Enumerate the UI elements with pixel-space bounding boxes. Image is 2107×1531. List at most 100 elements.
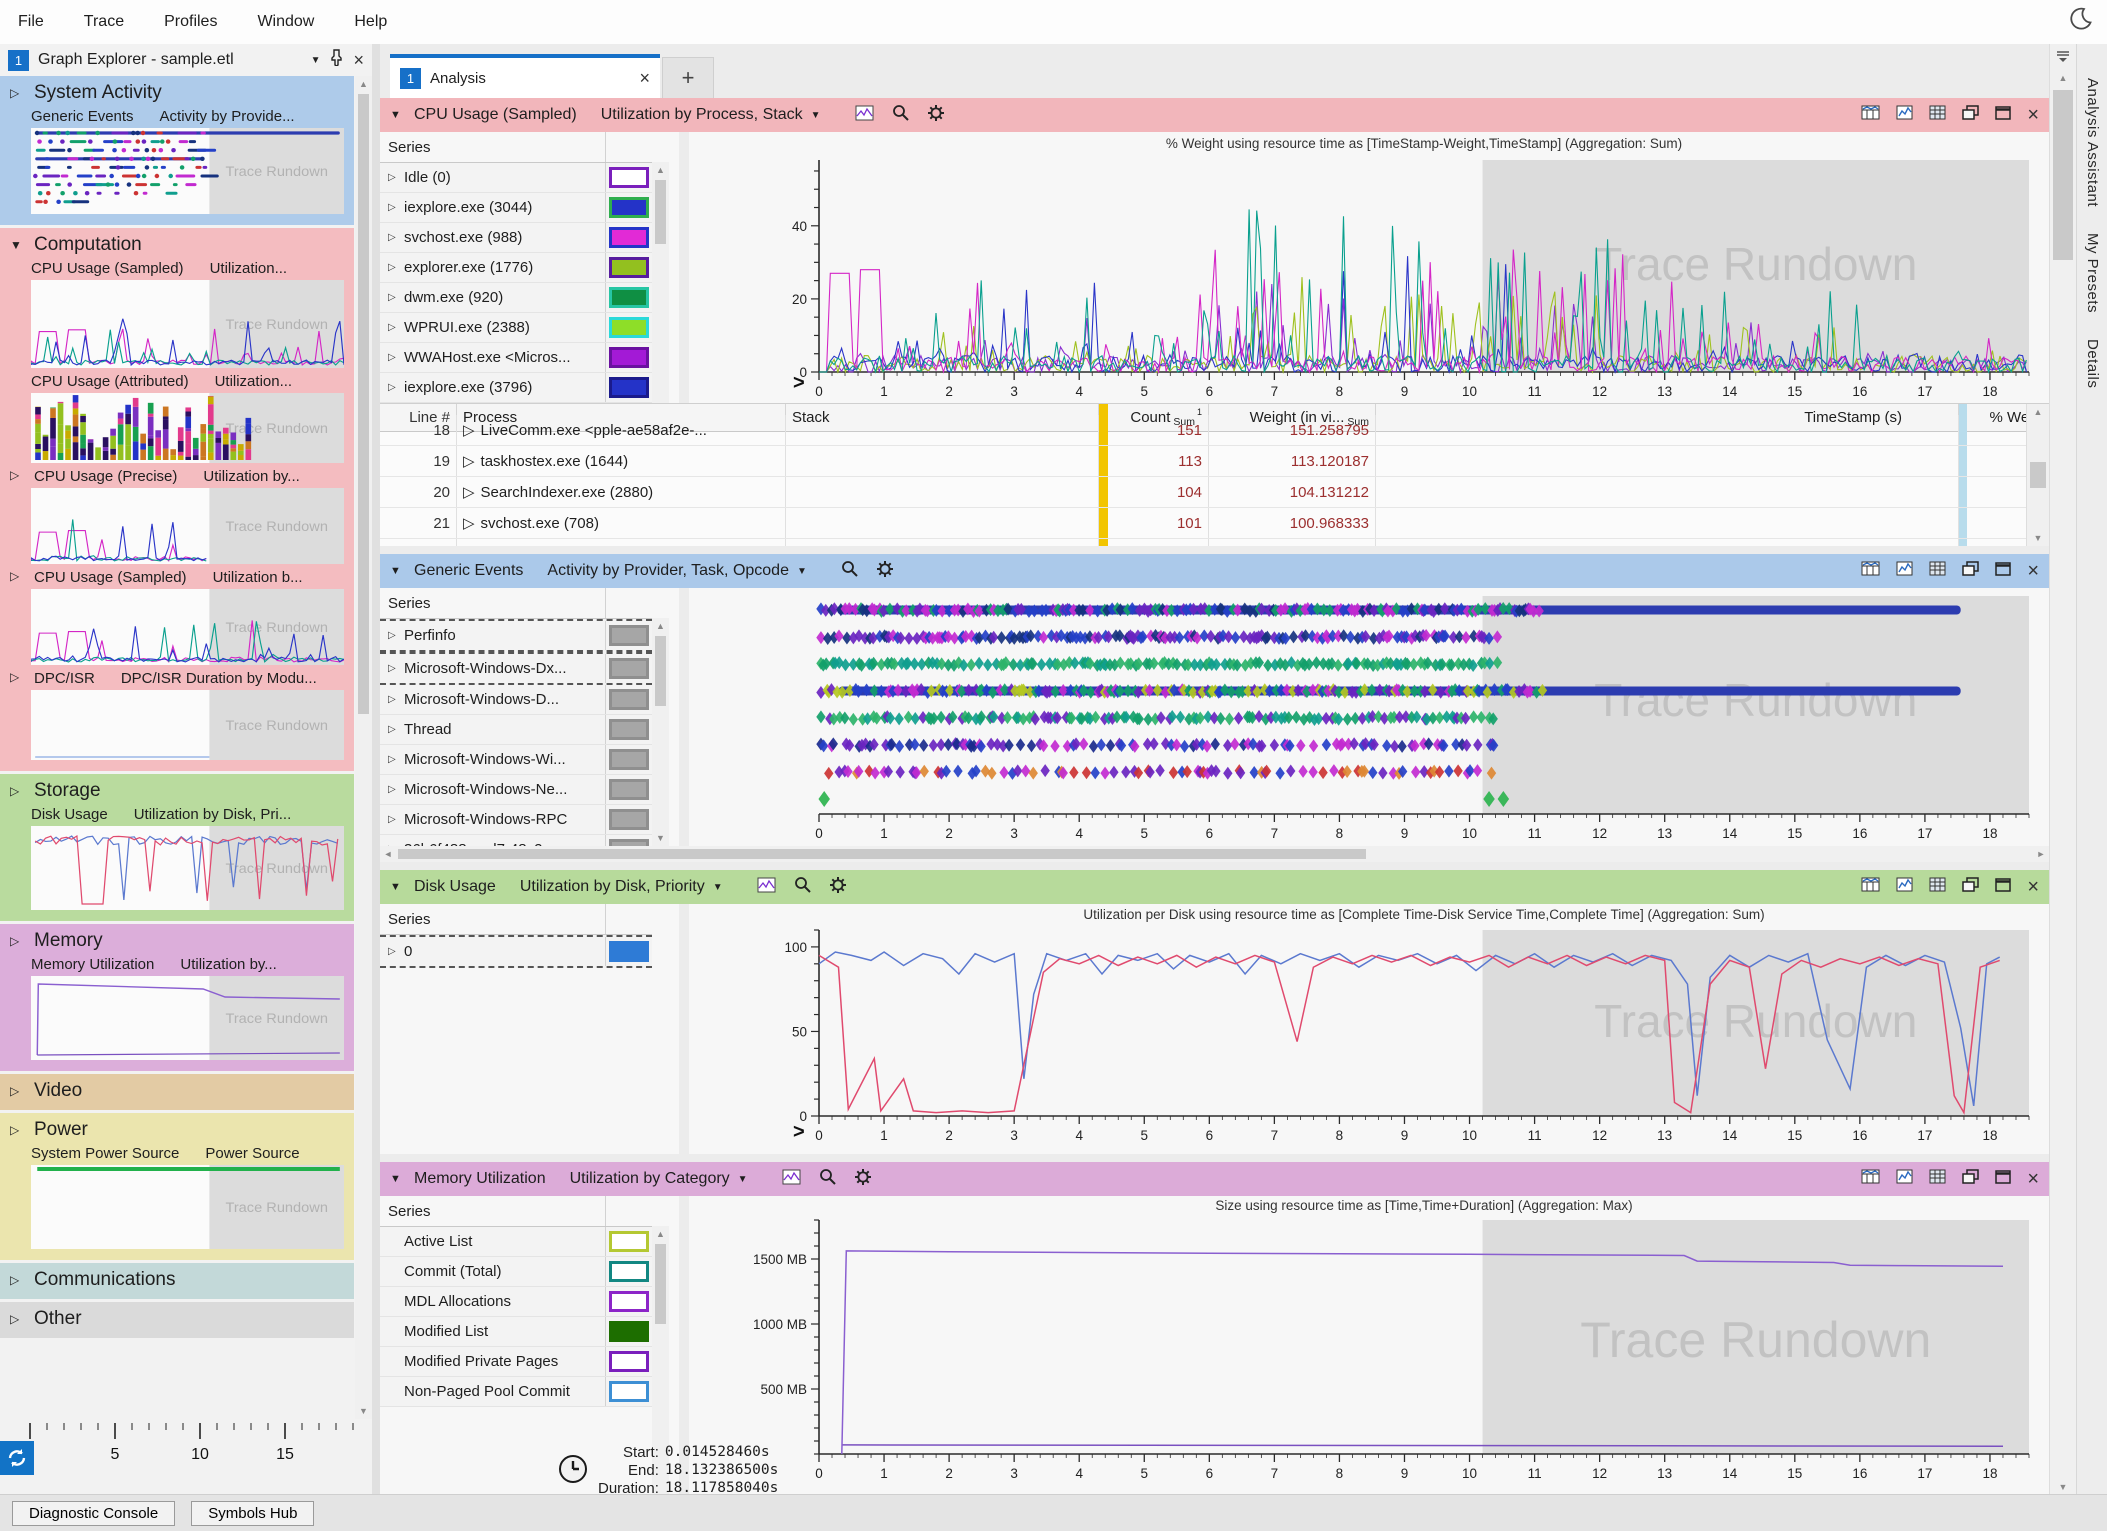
sidebar-section-title-row[interactable]: ▷Storage [0, 776, 354, 804]
scroll-up-icon[interactable]: ▲ [2027, 404, 2049, 420]
sidebar-section-title-row[interactable]: ▷Other [0, 1304, 354, 1332]
cpu-data-table[interactable]: Line #ProcessStackCountSum1Weight (in vi… [380, 403, 2049, 546]
expander-icon[interactable]: ▷ [10, 86, 22, 100]
preset-dropdown[interactable]: Utilization by Disk, Priority▼ [520, 878, 723, 896]
expander-icon[interactable]: ▷ [10, 1123, 22, 1137]
sidebar-graph-label-row[interactable]: Memory UtilizationUtilization by... [0, 956, 354, 973]
gear-icon[interactable] [927, 104, 945, 127]
chevron-down-icon[interactable]: ▼ [311, 55, 321, 66]
close-panel-icon[interactable]: × [2027, 877, 2039, 897]
graph-thumbnail[interactable]: Trace Rundown [31, 589, 344, 665]
gallery-icon[interactable] [757, 877, 776, 898]
gear-icon[interactable] [876, 560, 894, 583]
disk-usage-chart[interactable]: Trace RundownUtilization per Disk using … [689, 904, 2049, 1154]
series-row[interactable]: ▷WPRUI.exe (2388) [380, 313, 652, 343]
expander-icon[interactable]: ▷ [10, 934, 22, 948]
scroll-thumb[interactable] [655, 1244, 666, 1324]
tab-analysis[interactable]: 1 Analysis × [390, 54, 660, 98]
expander-icon[interactable]: ▷ [388, 946, 398, 957]
scroll-down-icon[interactable]: ▼ [2027, 530, 2049, 546]
sidebar-section-title-row[interactable]: ▷System Activity [0, 78, 354, 106]
series-column-header[interactable]: Series [380, 132, 652, 163]
series-row[interactable]: MDL Allocations [380, 1287, 652, 1317]
series-row[interactable]: ▷dwm.exe (920) [380, 283, 652, 313]
panel-header[interactable]: ▼ Generic Events Activity by Provider, T… [380, 554, 2049, 588]
maximize-panel-icon[interactable] [1995, 1170, 2011, 1189]
series-row[interactable]: ▷Perfinfo [380, 619, 652, 652]
expander-icon[interactable]: ▷ [388, 352, 398, 363]
graph-and-table-icon[interactable] [1861, 105, 1880, 125]
theme-moon-icon[interactable] [2067, 6, 2093, 37]
graph-thumbnail[interactable]: Trace Rundown [31, 826, 344, 910]
expander-icon[interactable]: ▷ [463, 421, 475, 439]
expander-icon[interactable]: ▷ [463, 514, 475, 532]
horizontal-scrollbar[interactable]: ◄ ► [380, 846, 2049, 862]
collapse-arrow-icon[interactable]: ▼ [390, 565, 404, 577]
scroll-left-icon[interactable]: ◄ [380, 846, 396, 862]
panel-header[interactable]: ▼ Disk Usage Utilization by Disk, Priori… [380, 870, 2049, 904]
gear-icon[interactable] [829, 876, 847, 899]
expander-icon[interactable]: ▷ [388, 292, 398, 303]
graph-thumbnail[interactable]: Trace Rundown [31, 280, 344, 368]
expander-icon[interactable]: ▷ [388, 694, 398, 705]
expander-icon[interactable]: ▷ [388, 814, 398, 825]
scroll-up-icon[interactable]: ▲ [2050, 70, 2076, 86]
new-tab-button[interactable]: + [662, 57, 714, 98]
series-row[interactable]: Active List [380, 1227, 652, 1257]
graph-thumbnail[interactable]: Trace Rundown [31, 690, 344, 760]
scroll-up-icon[interactable]: ▲ [652, 162, 669, 178]
scroll-down-icon[interactable]: ▼ [652, 830, 669, 846]
expander-icon[interactable]: ▷ [388, 262, 398, 273]
sidebar-graph-label-row[interactable]: System Power SourcePower Source [0, 1145, 354, 1162]
preset-dropdown[interactable]: Utilization by Category▼ [570, 1170, 748, 1188]
sidebar-graph-label-row[interactable]: Disk UsageUtilization by Disk, Pri... [0, 806, 354, 823]
document-well-menu-icon[interactable] [2050, 44, 2076, 70]
table-scrollbar[interactable]: ▲▼ [2026, 404, 2049, 546]
menu-item-window[interactable]: Window [257, 13, 314, 31]
side-tab-my-presets[interactable]: My Presets [2084, 233, 2101, 313]
panel-header[interactable]: ▼ CPU Usage (Sampled) Utilization by Pro… [380, 98, 2049, 132]
series-row[interactable]: ▷WWAHost.exe <Micros... [380, 343, 652, 373]
expander-icon[interactable]: ▷ [10, 468, 22, 485]
diagnostic-console-button[interactable]: Diagnostic Console [12, 1501, 175, 1526]
scroll-thumb[interactable] [2030, 462, 2046, 488]
series-row[interactable]: ▷explorer.exe (1776) [380, 253, 652, 283]
series-row[interactable]: Commit (Total) [380, 1257, 652, 1287]
sidebar-graph-label-row[interactable]: CPU Usage (Attributed)Utilization... [0, 373, 354, 390]
search-icon[interactable] [819, 1168, 836, 1190]
scroll-right-icon[interactable]: ► [2033, 846, 2049, 862]
series-row[interactable]: ▷Idle (0) [380, 163, 652, 193]
search-icon[interactable] [794, 876, 811, 898]
graph-and-table-icon[interactable] [1861, 877, 1880, 897]
expander-icon[interactable]: ▷ [388, 322, 398, 333]
search-icon[interactable] [892, 104, 909, 126]
series-row[interactable]: ▷Microsoft-Windows-Wi... [380, 745, 652, 775]
series-column-header[interactable]: Series [380, 904, 652, 935]
refresh-button[interactable] [0, 1441, 34, 1475]
scroll-thumb[interactable] [358, 94, 369, 714]
expander-icon[interactable]: ▷ [463, 483, 475, 501]
table-row[interactable]: 22▷svchost.exe (800)9797.1122360.13 [380, 539, 2049, 546]
sidebar-graph-label-row[interactable]: Generic EventsActivity by Provide... [0, 108, 354, 125]
menu-item-help[interactable]: Help [354, 13, 387, 31]
graph-thumbnail[interactable]: Trace Rundown [31, 128, 344, 214]
table-row[interactable]: 19▷taskhostex.exe (1644)113113.1201870.1… [380, 446, 2049, 477]
series-row[interactable]: ▷Microsoft-Windows-RPC [380, 805, 652, 835]
series-scrollbar[interactable]: ▲ [652, 162, 669, 403]
sidebar-section-title-row[interactable]: ▷Communications [0, 1265, 354, 1293]
series-row[interactable]: Modified List [380, 1317, 652, 1347]
generic-events-chart[interactable]: Trace Rundown012345678910111213141516171… [689, 588, 2049, 846]
maximize-panel-icon[interactable] [1995, 878, 2011, 897]
series-scrollbar[interactable]: ▲▼ [652, 618, 669, 846]
gallery-icon[interactable] [782, 1169, 801, 1190]
expander-icon[interactable]: ▷ [10, 1312, 22, 1326]
graph-only-icon[interactable] [1896, 105, 1913, 125]
sidebar-section-title-row[interactable]: ▷Video [0, 1076, 354, 1104]
panel-header[interactable]: ▼ Memory Utilization Utilization by Cate… [380, 1162, 2049, 1196]
expander-icon[interactable]: ▷ [10, 569, 22, 586]
graph-explorer-header[interactable]: 1 Graph Explorer - sample.etl ▼ × [0, 44, 372, 76]
graph-thumbnail[interactable]: Trace Rundown [31, 1165, 344, 1249]
sidebar-graph-label-row[interactable]: ▷DPC/ISRDPC/ISR Duration by Modu... [0, 670, 354, 687]
series-column-header[interactable]: Series [380, 588, 652, 619]
open-copy-icon[interactable] [1962, 877, 1979, 897]
